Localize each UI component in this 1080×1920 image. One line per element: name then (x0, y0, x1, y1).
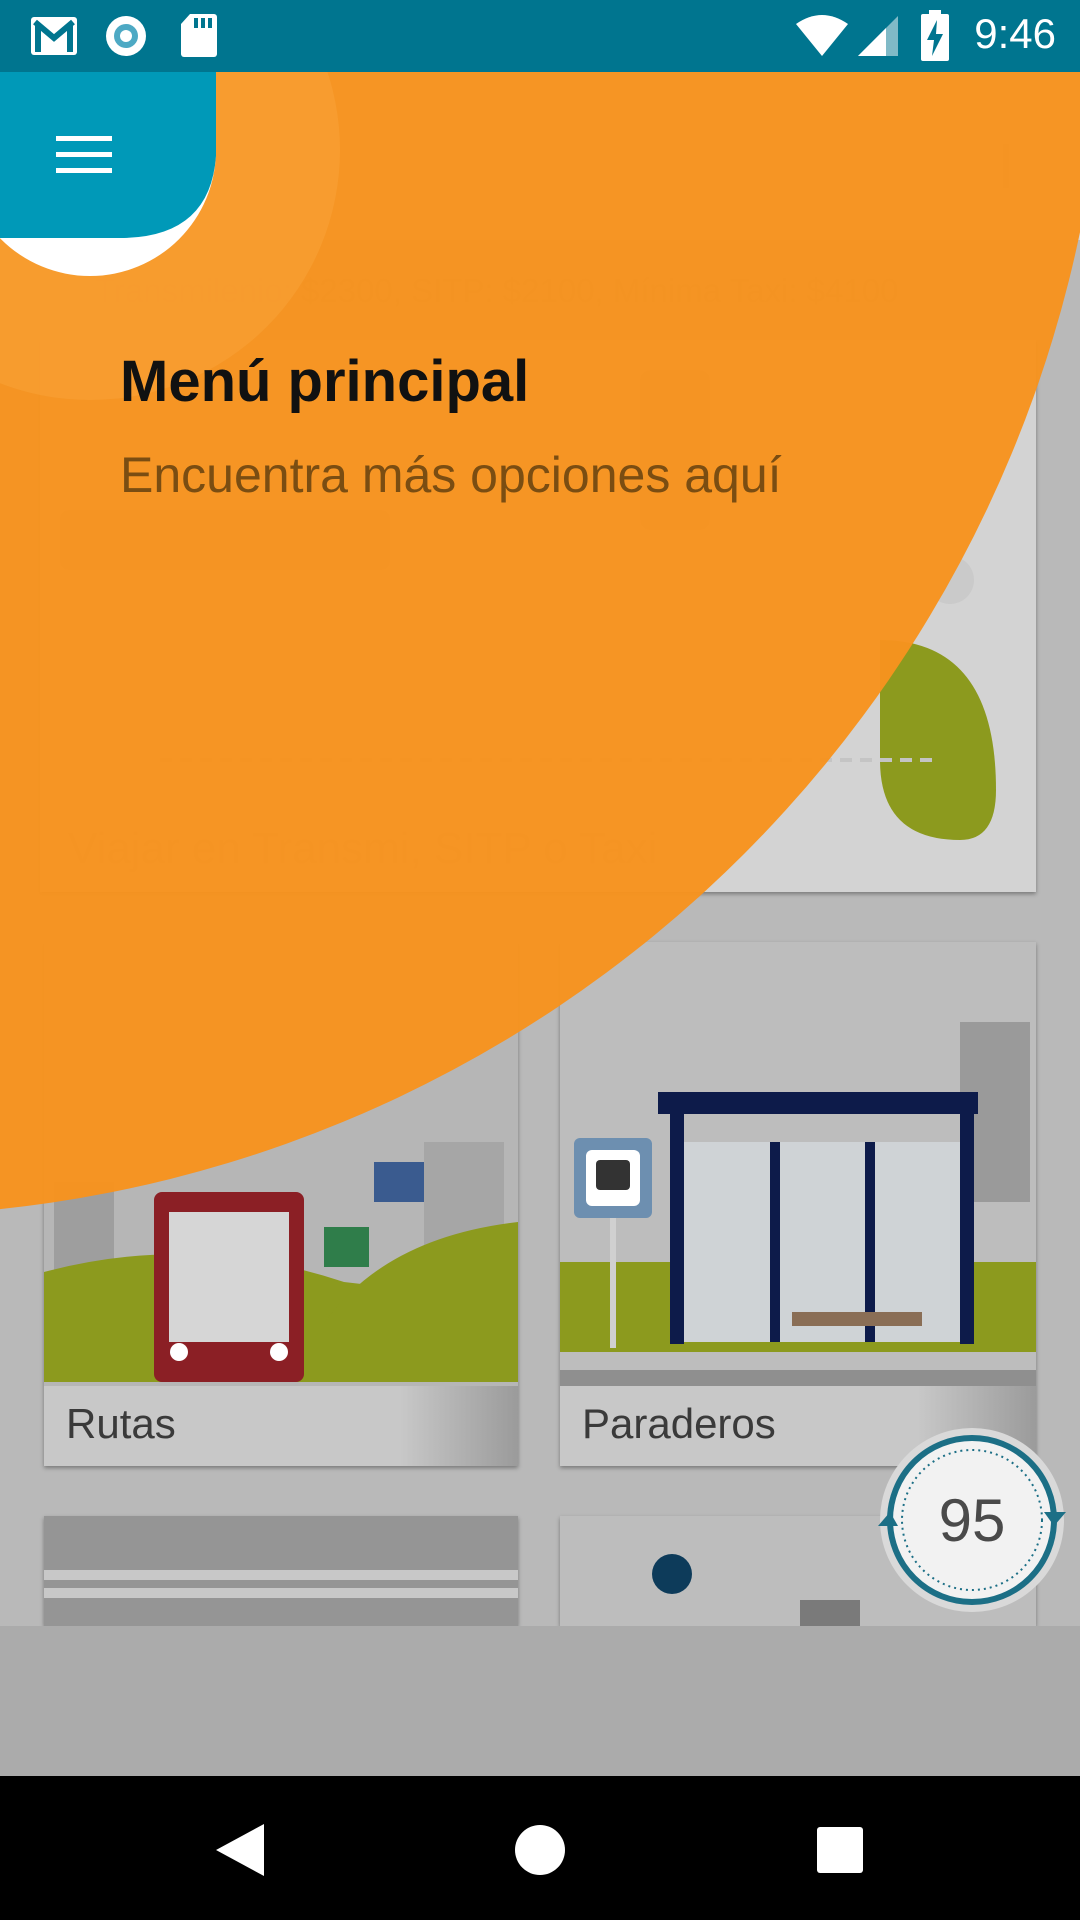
twitter-icon[interactable] (832, 130, 896, 184)
battery-charging-icon (921, 10, 949, 61)
card-rutas[interactable]: Rutas (44, 942, 518, 1466)
status-time: 9:46 (974, 10, 1056, 57)
navigation-bar (0, 1776, 1080, 1920)
back-icon[interactable] (214, 1822, 266, 1878)
facebook-icon[interactable] (700, 124, 736, 188)
circle-app-icon (106, 16, 146, 56)
gift-icon[interactable] (974, 128, 1038, 188)
card-paraderos-label: Paraderos (582, 1400, 776, 1447)
card-bottom-left[interactable] (44, 1516, 518, 1626)
tutorial-title: Menú principal (120, 349, 530, 414)
page-title: Inicio (220, 125, 351, 188)
station-illustration (44, 1516, 518, 1626)
status-bar: 9:46 (0, 0, 1080, 72)
signal-icon (858, 16, 898, 56)
wifi-icon (796, 15, 848, 56)
menu-button[interactable] (0, 72, 216, 288)
hero-label: Viajar en Transmi, SITP o Taxi (68, 824, 658, 873)
hamburger-menu-icon (0, 72, 216, 238)
tutorial-subtitle: Encuentra más opciones aquí (120, 447, 782, 503)
card-rutas-label: Rutas (66, 1400, 176, 1447)
hero-card[interactable]: Viajar en Transmi, SITP o Taxi (40, 340, 1036, 892)
bottom-area (0, 1626, 1080, 1776)
recents-icon[interactable] (816, 1826, 864, 1874)
speed-value: 95 (938, 1487, 1006, 1554)
home-icon[interactable] (514, 1824, 566, 1876)
hero-illustration (60, 364, 996, 840)
card-paraderos[interactable]: Paraderos (560, 942, 1036, 1466)
gmail-icon (31, 17, 77, 55)
speed-widget[interactable]: 95 (878, 1426, 1066, 1614)
sd-card-icon (181, 14, 217, 57)
